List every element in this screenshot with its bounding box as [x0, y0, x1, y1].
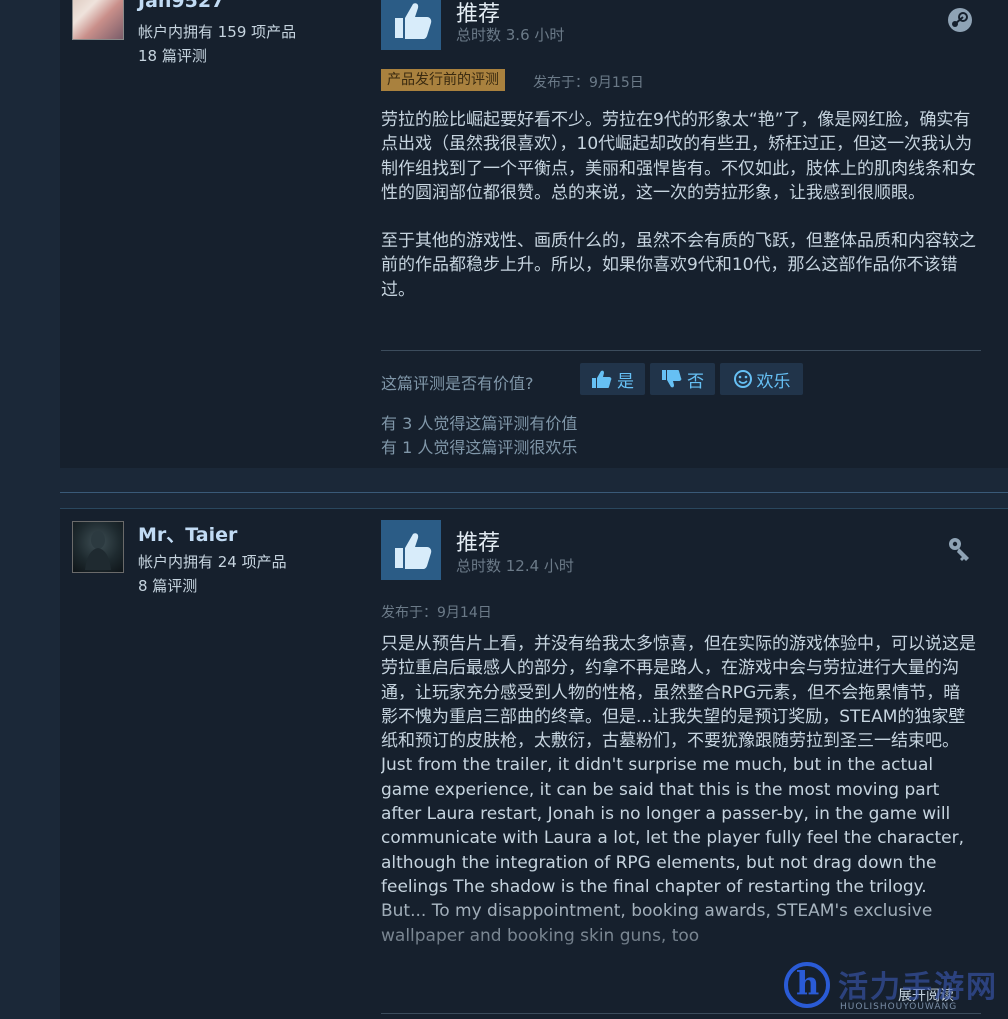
section-divider: [60, 492, 1008, 493]
posted-date: 发布于：9月15日: [533, 75, 644, 91]
vote-funny-label: 欢乐: [756, 371, 791, 392]
playtime-hours: 总时数 12.4 小时: [456, 557, 574, 575]
vote-no-button[interactable]: 否: [650, 363, 715, 395]
avatar[interactable]: [72, 0, 124, 40]
review-paragraph: 劳拉的脸比崛起要好看不少。劳拉在9代的形象太“艳”了，像是网红脸，确实有点出戏（…: [381, 110, 976, 203]
products-owned[interactable]: 帐户内拥有 24 项产品: [138, 551, 287, 572]
posted-date: 发布于：9月14日: [381, 605, 492, 621]
avatar-figure-icon: [85, 531, 111, 570]
review-paragraph: 至于其他的游戏性、画质什么的，虽然不会有质的飞跃，但整体品质和内容较之前的作品都…: [381, 231, 976, 300]
thumbs-up-icon: [381, 0, 441, 50]
key-icon: [949, 538, 969, 561]
thumbs-up-icon: [592, 370, 612, 388]
smiley-icon: [733, 370, 752, 388]
vote-yes-label: 是: [617, 371, 634, 392]
text-fade-overlay: [60, 889, 1008, 1019]
expand-read-link[interactable]: 展开阅读: [898, 985, 954, 1005]
products-owned[interactable]: 帐户内拥有 159 项产品: [138, 21, 296, 42]
divider: [381, 1013, 981, 1014]
username[interactable]: Mr、Taier: [138, 520, 237, 547]
helpful-count: 有 3 人觉得这篇评测有价值: [381, 414, 578, 433]
review-count[interactable]: 18 篇评测: [138, 45, 207, 66]
funny-count: 有 1 人觉得这篇评测很欢乐: [381, 438, 578, 457]
username[interactable]: Jan9527: [138, 0, 224, 12]
vote-no-label: 否: [687, 371, 704, 392]
helpful-question: 这篇评测是否有价值?: [381, 374, 534, 393]
vote-funny-button[interactable]: 欢乐: [720, 363, 803, 395]
review-card-1: Jan9527 帐户内拥有 159 项产品 18 篇评测 推荐 总时数 3.6 …: [60, 0, 1008, 468]
playtime-hours: 总时数 3.6 小时: [456, 26, 565, 44]
divider: [381, 350, 981, 351]
review-body: 劳拉的脸比崛起要好看不少。劳拉在9代的形象太“艳”了，像是网红脸，确实有点出戏（…: [381, 108, 976, 302]
recommendation-title[interactable]: 推荐: [456, 525, 500, 557]
review-count[interactable]: 8 篇评测: [138, 575, 197, 596]
vote-yes-button[interactable]: 是: [580, 363, 645, 395]
avatar[interactable]: [72, 521, 124, 573]
review-card-2: Mr、Taier 帐户内拥有 24 项产品 8 篇评测 推荐 总时数 12.4 …: [60, 508, 1008, 1019]
thumbs-down-icon: [662, 370, 682, 388]
pre-release-tag: 产品发行前的评测: [381, 69, 505, 91]
thumbs-up-icon: [381, 520, 441, 580]
steam-icon: [948, 8, 972, 32]
